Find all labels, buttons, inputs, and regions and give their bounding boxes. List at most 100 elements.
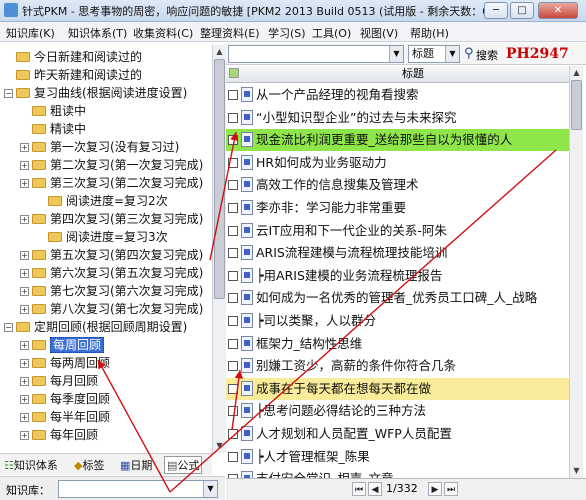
row-checkbox[interactable] xyxy=(228,90,238,100)
row-checkbox[interactable] xyxy=(228,429,238,439)
tree-item[interactable]: + 每月回顾 xyxy=(20,372,98,390)
row-checkbox[interactable] xyxy=(228,383,238,394)
tree-item[interactable]: + 第六次复习(第五次复习完成) xyxy=(20,264,203,282)
scroll-thumb[interactable] xyxy=(214,59,225,299)
tree-item[interactable]: − 定期回顾(根据回顾周期设置) xyxy=(4,318,187,336)
menu-knowledge-base[interactable]: 知识库(K) xyxy=(6,25,55,41)
search-button[interactable]: 搜索 xyxy=(476,47,498,63)
tree-item[interactable]: + 每季度回顾 xyxy=(20,390,110,408)
list-item[interactable]: HR如何成为业务驱动力 xyxy=(226,152,569,174)
tree-item[interactable]: + 每年回顾 xyxy=(20,426,98,444)
tree-item[interactable]: − 复习曲线(根据阅读进度设置) xyxy=(4,84,187,102)
expand-icon[interactable]: + xyxy=(20,251,29,260)
list-scrollbar[interactable]: ▲ ▼ xyxy=(569,66,583,478)
row-checkbox[interactable] xyxy=(228,270,238,281)
list-item[interactable]: ┝司以类聚，人以群分 xyxy=(226,310,569,332)
expand-icon[interactable]: + xyxy=(20,395,29,404)
last-page-icon[interactable]: ⏭ xyxy=(444,482,458,496)
expand-icon[interactable]: + xyxy=(20,305,29,314)
tree-item[interactable]: + 第五次复习(第四次复习完成) xyxy=(20,246,203,264)
list-item[interactable]: 李亦非：学习能力非常重要 xyxy=(226,197,569,219)
tab-tags[interactable]: ◆标签 xyxy=(74,457,104,473)
expand-icon[interactable]: + xyxy=(20,377,29,386)
expand-icon[interactable]: + xyxy=(20,179,29,188)
menu-knowledge-system[interactable]: 知识体系(T) xyxy=(68,25,127,41)
close-button[interactable]: ✕ xyxy=(538,2,578,19)
expand-icon[interactable]: + xyxy=(20,287,29,296)
expand-icon[interactable]: + xyxy=(20,413,29,422)
list-item[interactable]: ┝人才管理框架_陈果 xyxy=(226,446,569,468)
tree-item[interactable]: 今日新建和阅读过的 xyxy=(16,48,142,66)
expand-icon[interactable]: + xyxy=(20,341,29,350)
minimize-button[interactable]: ─ xyxy=(484,2,508,19)
menu-tools[interactable]: 工具(O) xyxy=(312,25,351,41)
tree-item[interactable]: 粗读中 xyxy=(32,102,86,120)
list-item[interactable]: “小型知识型企业”的过去与未来探究 xyxy=(226,107,569,129)
menu-organize[interactable]: 整理资料(E) xyxy=(200,25,260,41)
scroll-thumb[interactable] xyxy=(571,80,582,130)
expand-icon[interactable]: + xyxy=(20,215,29,224)
row-checkbox[interactable] xyxy=(228,180,238,191)
tree-item[interactable]: 阅读进度=复习2次 xyxy=(48,192,168,210)
expand-icon[interactable]: + xyxy=(20,431,29,440)
expand-icon[interactable]: + xyxy=(20,161,29,170)
list-item[interactable]: ┝思考问题必得结论的三种方法 xyxy=(226,400,569,422)
search-input[interactable]: ▼ xyxy=(228,45,404,63)
expand-icon[interactable]: + xyxy=(20,269,29,278)
search-icon[interactable]: ⚲ xyxy=(464,46,474,61)
expand-icon[interactable]: + xyxy=(20,143,29,152)
field-select[interactable]: 标题 ▼ xyxy=(408,45,460,63)
tree-item[interactable]: 精读中 xyxy=(32,120,86,138)
tree-scrollbar[interactable]: ▲ ▼ xyxy=(212,45,226,453)
row-checkbox[interactable] xyxy=(228,225,238,236)
row-checkbox[interactable] xyxy=(228,135,238,146)
menu-view[interactable]: 视图(V) xyxy=(360,25,398,41)
scroll-up-icon[interactable]: ▲ xyxy=(213,45,226,58)
row-checkbox[interactable] xyxy=(228,361,238,372)
next-page-icon[interactable]: ▶ xyxy=(428,482,442,496)
column-header-title[interactable]: 标题 xyxy=(402,66,424,82)
scroll-down-icon[interactable]: ▼ xyxy=(213,439,226,452)
list-item[interactable]: ┝用ARIS建模的业务流程梳理报告 xyxy=(226,265,569,287)
select-all-checkbox[interactable] xyxy=(229,68,239,78)
row-checkbox[interactable] xyxy=(228,112,238,123)
tree-item[interactable]: + 第四次复习(第三次复习完成) xyxy=(20,210,203,228)
list-item[interactable]: 别嫌工资少，高薪的条件你符合几条 xyxy=(226,355,569,377)
row-checkbox[interactable] xyxy=(228,293,238,304)
tree-item[interactable]: + 第三次复习(第二次复习完成) xyxy=(20,174,203,192)
menu-collect[interactable]: 收集资料(C) xyxy=(133,25,193,41)
row-checkbox[interactable] xyxy=(228,406,238,417)
knowledge-base-select[interactable]: ▼ xyxy=(58,480,218,498)
first-page-icon[interactable]: ⏮ xyxy=(352,482,366,496)
row-checkbox[interactable] xyxy=(228,248,238,259)
tab-date[interactable]: ▦日期 xyxy=(120,457,152,473)
tree-item[interactable]: + 第二次复习(第一次复习完成) xyxy=(20,156,203,174)
list-item[interactable]: 现金流比利润更重要_送给那些自以为很懂的人 xyxy=(226,129,569,152)
tab-knowledge-system[interactable]: ☷知识体系 xyxy=(4,457,58,473)
list-item[interactable]: 从一个产品经理的视角看搜索 xyxy=(226,84,569,106)
tree-item[interactable]: + 每半年回顾 xyxy=(20,408,110,426)
menu-learn[interactable]: 学习(S) xyxy=(268,25,306,41)
chevron-down-icon[interactable]: ▼ xyxy=(389,46,403,62)
menu-help[interactable]: 帮助(H) xyxy=(410,25,449,41)
tab-formula[interactable]: ▤公式 xyxy=(164,456,203,474)
tree-item[interactable]: + 每两周回顾 xyxy=(20,354,110,372)
scroll-up-icon[interactable]: ▲ xyxy=(570,66,583,79)
row-checkbox[interactable] xyxy=(228,203,238,213)
list-item[interactable]: 高效工作的信息搜集及管理术 xyxy=(226,174,569,196)
tree-item[interactable]: + 第八次复习(第七次复习完成) xyxy=(20,300,203,318)
prev-page-icon[interactable]: ◀ xyxy=(368,482,382,496)
row-checkbox[interactable] xyxy=(228,451,238,462)
row-checkbox[interactable] xyxy=(228,157,238,168)
list-item[interactable]: 框架力_结构性思维 xyxy=(226,333,569,355)
tree-item[interactable]: + 第一次复习(没有复习过) xyxy=(20,138,179,156)
chevron-down-icon[interactable]: ▼ xyxy=(203,481,217,497)
row-checkbox[interactable] xyxy=(228,338,238,349)
row-checkbox[interactable] xyxy=(228,316,238,326)
tree-item[interactable]: 阅读进度=复习3次 xyxy=(48,228,168,246)
collapse-icon[interactable]: − xyxy=(4,89,13,98)
collapse-icon[interactable]: − xyxy=(4,323,13,332)
scroll-down-icon[interactable]: ▼ xyxy=(570,464,583,477)
expand-icon[interactable]: + xyxy=(20,359,29,368)
tree-item[interactable]: + 每周回顾 xyxy=(20,336,105,354)
